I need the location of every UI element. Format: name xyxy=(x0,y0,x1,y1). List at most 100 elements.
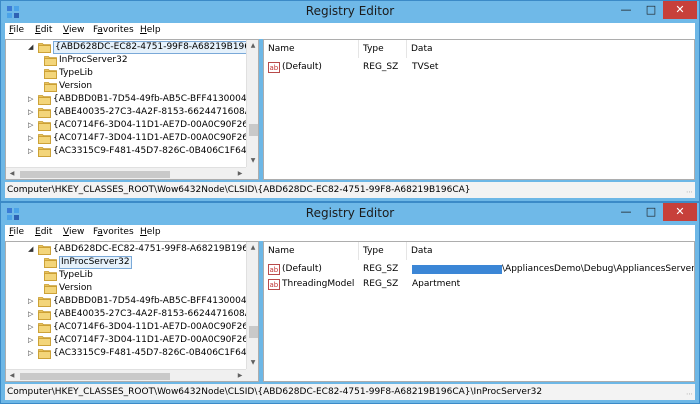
menu-view[interactable]: View xyxy=(63,227,84,237)
title-bar[interactable]: Registry Editor — □ ✕ xyxy=(1,203,699,225)
column-type[interactable]: Type xyxy=(359,242,407,260)
scroll-left-icon[interactable]: ◀ xyxy=(6,370,18,381)
scroll-right-icon[interactable]: ▶ xyxy=(234,370,246,381)
value-row[interactable]: ab (Default) REG_SZ \AppliancesDemo\Debug\A… xyxy=(264,262,694,277)
value-row[interactable]: ab ThreadingModel REG_SZ Apartment xyxy=(264,277,694,292)
tree-item[interactable]: ▷ {AC3315C9-F481-45D7-826C-0B406C1F64B8} xyxy=(6,347,258,360)
scroll-down-icon[interactable]: ▼ xyxy=(247,357,258,369)
scroll-down-icon[interactable]: ▼ xyxy=(247,155,258,167)
menu-view[interactable]: View xyxy=(63,25,84,35)
string-value-icon: ab xyxy=(268,279,280,290)
scroll-up-icon[interactable]: ▲ xyxy=(247,242,258,254)
folder-icon xyxy=(38,335,51,346)
value-row[interactable]: ab (Default) REG_SZ TVSet xyxy=(264,60,694,75)
scroll-right-icon[interactable]: ▶ xyxy=(234,168,246,179)
folder-icon xyxy=(38,296,51,307)
key-tree[interactable]: ◢ {ABD628DC-EC82-4751-99F8-A68219B196CA} I… xyxy=(5,39,259,180)
scroll-left-icon[interactable]: ◀ xyxy=(6,168,18,179)
title-bar[interactable]: Registry Editor — □ ✕ xyxy=(1,1,699,23)
menu-edit[interactable]: Edit xyxy=(35,25,52,35)
tree-item[interactable]: TypeLib xyxy=(6,67,246,80)
tree-horizontal-scrollbar[interactable]: ◀ ▶ xyxy=(6,369,246,381)
tree-item[interactable]: InProcServer32 xyxy=(6,54,246,67)
value-type: REG_SZ xyxy=(363,62,399,72)
tree-item[interactable]: ▷ {AC0714F7-3D04-11D1-AE7D-00A0C90F26F4} xyxy=(6,132,258,145)
tree-item[interactable]: ▷ {ABE40035-27C3-4A2F-8153-6624471608AF} xyxy=(6,106,258,119)
tree-item[interactable]: Version xyxy=(6,282,246,295)
collapsed-arrow-icon[interactable]: ▷ xyxy=(28,321,36,334)
collapsed-arrow-icon[interactable]: ▷ xyxy=(28,106,36,119)
column-type[interactable]: Type xyxy=(359,40,407,58)
scroll-thumb[interactable] xyxy=(249,326,258,338)
svg-text:ab: ab xyxy=(270,266,279,274)
scroll-thumb[interactable] xyxy=(249,124,258,136)
maximize-button[interactable]: □ xyxy=(639,203,663,221)
resize-grip-icon[interactable]: ⋯ xyxy=(686,188,693,196)
folder-icon xyxy=(44,68,57,79)
values-list[interactable]: Name Type Data ab (Default) REG_SZ \Applian… xyxy=(263,241,695,382)
folder-icon xyxy=(38,133,51,144)
minimize-button[interactable]: — xyxy=(613,1,639,19)
column-name[interactable]: Name xyxy=(264,40,359,58)
resize-grip-icon[interactable]: ⋯ xyxy=(686,390,693,398)
tree-vertical-scrollbar[interactable]: ▲ ▼ xyxy=(246,40,258,167)
key-tree[interactable]: ◢ {ABD628DC-EC82-4751-99F8-A68219B196CA} I… xyxy=(5,241,259,382)
collapsed-arrow-icon[interactable]: ▷ xyxy=(28,93,36,106)
tree-vertical-scrollbar[interactable]: ▲ ▼ xyxy=(246,242,258,369)
tree-item-label: {AC0714F7-3D04-11D1-AE7D-00A0C90F26F4} xyxy=(53,133,259,143)
tree-item-label: {ABD628DC-EC82-4751-99F8-A68219B196CA} xyxy=(53,41,258,54)
close-button[interactable]: ✕ xyxy=(663,203,697,221)
value-name: ThreadingModel xyxy=(282,279,355,289)
collapsed-arrow-icon[interactable]: ▷ xyxy=(28,295,36,308)
menu-file[interactable]: File xyxy=(9,227,24,237)
tree-item[interactable]: ▷ {ABDBD0B1-7D54-49fb-AB5C-BFF4130004CD} xyxy=(6,295,258,308)
tree-item[interactable]: ◢ {ABD628DC-EC82-4751-99F8-A68219B196CA} xyxy=(6,41,258,54)
expanded-arrow-icon[interactable]: ◢ xyxy=(28,41,36,54)
menu-help[interactable]: Help xyxy=(140,227,161,237)
tree-item[interactable]: ▷ {AC0714F6-3D04-11D1-AE7D-00A0C90F26F4} xyxy=(6,321,258,334)
folder-icon xyxy=(38,244,51,255)
registry-editor-window: Registry Editor — □ ✕ File Edit View Fav… xyxy=(0,0,700,202)
collapsed-arrow-icon[interactable]: ▷ xyxy=(28,145,36,158)
expanded-arrow-icon[interactable]: ◢ xyxy=(28,243,36,256)
tree-item-label: Version xyxy=(59,81,93,91)
collapsed-arrow-icon[interactable]: ▷ xyxy=(28,119,36,132)
value-data: TVSet xyxy=(412,62,439,72)
tree-item[interactable]: Version xyxy=(6,80,246,93)
string-value-icon: ab xyxy=(268,62,280,73)
tree-item[interactable]: ◢ {ABD628DC-EC82-4751-99F8-A68219B196CA} xyxy=(6,243,258,256)
tree-item[interactable]: ▷ {ABE40035-27C3-4A2F-8153-6624471608AF} xyxy=(6,308,258,321)
column-data[interactable]: Data xyxy=(407,40,694,58)
tree-item[interactable]: ▷ {AC3315C9-F481-45D7-826C-0B406C1F64B8} xyxy=(6,145,258,158)
values-list[interactable]: Name Type Data ab (Default) REG_SZ TVSet xyxy=(263,39,695,180)
collapsed-arrow-icon[interactable]: ▷ xyxy=(28,132,36,145)
maximize-button[interactable]: □ xyxy=(639,1,663,19)
tree-item[interactable]: ▷ {ABDBD0B1-7D54-49fb-AB5C-BFF4130004CD} xyxy=(6,93,258,106)
minimize-icon: — xyxy=(620,3,632,16)
tree-horizontal-scrollbar[interactable]: ◀ ▶ xyxy=(6,167,246,179)
tree-item-label: InProcServer32 xyxy=(59,256,132,269)
tree-item[interactable]: TypeLib xyxy=(6,269,246,282)
collapsed-arrow-icon[interactable]: ▷ xyxy=(28,334,36,347)
collapsed-arrow-icon[interactable]: ▷ xyxy=(28,308,36,321)
scroll-thumb[interactable] xyxy=(20,373,170,380)
folder-icon xyxy=(38,309,51,320)
collapsed-arrow-icon[interactable]: ▷ xyxy=(28,347,36,360)
close-icon: ✕ xyxy=(675,205,685,218)
scroll-up-icon[interactable]: ▲ xyxy=(247,40,258,52)
tree-item[interactable]: InProcServer32 xyxy=(6,256,246,269)
scroll-thumb[interactable] xyxy=(20,171,170,178)
menu-favorites[interactable]: Favorites xyxy=(93,25,134,35)
tree-item[interactable]: ▷ {AC0714F6-3D04-11D1-AE7D-00A0C90F26F4} xyxy=(6,119,258,132)
close-button[interactable]: ✕ xyxy=(663,1,697,19)
column-name[interactable]: Name xyxy=(264,242,359,260)
menu-help[interactable]: Help xyxy=(140,25,161,35)
tree-item[interactable]: ▷ {AC0714F7-3D04-11D1-AE7D-00A0C90F26F4} xyxy=(6,334,258,347)
minimize-button[interactable]: — xyxy=(613,203,639,221)
menu-favorites[interactable]: Favorites xyxy=(93,227,134,237)
redacted-path-highlight xyxy=(412,265,502,274)
key-path: Computer\HKEY_CLASSES_ROOT\Wow6432Node\C… xyxy=(7,185,471,195)
column-data[interactable]: Data xyxy=(407,242,694,260)
menu-edit[interactable]: Edit xyxy=(35,227,52,237)
menu-file[interactable]: File xyxy=(9,25,24,35)
